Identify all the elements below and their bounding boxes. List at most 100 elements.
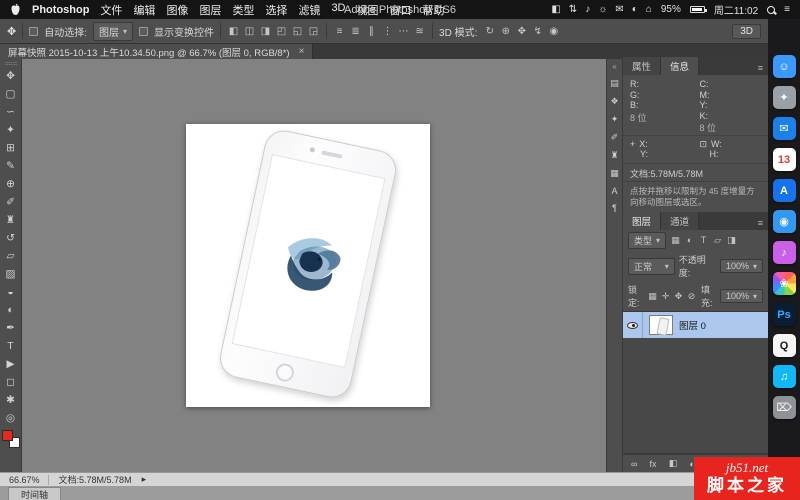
align-icon[interactable]: ◫	[243, 26, 256, 37]
layer-filter-icon[interactable]: ▱	[712, 235, 723, 246]
notification-center-icon[interactable]: ≡	[784, 4, 790, 15]
menu-item[interactable]: 窗口	[390, 2, 412, 18]
distribute-icon[interactable]: ≡	[333, 26, 346, 37]
dock-photoshop[interactable]: Ps	[773, 303, 796, 326]
blend-mode-dropdown[interactable]: 正常	[628, 258, 675, 275]
tab-info[interactable]: 信息	[661, 57, 699, 75]
link-layers-icon[interactable]: ∞	[631, 459, 637, 469]
menu-item[interactable]: 类型	[232, 2, 254, 18]
quick-selection-tool[interactable]: ✦	[1, 121, 21, 139]
apple-logo-icon[interactable]	[10, 3, 21, 16]
pen-tool[interactable]: ✒	[1, 319, 21, 337]
clone-stamp-tool[interactable]: ♜	[1, 211, 21, 229]
dock-safari[interactable]: ◉	[773, 210, 796, 233]
zoom-level-field[interactable]: 66.67%	[9, 475, 49, 485]
foreground-color-swatch[interactable]	[2, 430, 13, 441]
align-icon[interactable]: ◱	[291, 26, 304, 37]
mode-3d-icon[interactable]: ◉	[547, 26, 560, 37]
menu-item[interactable]: 3D	[331, 2, 345, 18]
menubar-status-icon[interactable]: ☼	[598, 4, 607, 15]
align-icon[interactable]: ◧	[227, 26, 240, 37]
menubar-clock[interactable]: 周二11:02	[714, 2, 758, 17]
lock-icon[interactable]: ✥	[673, 291, 684, 302]
layer-thumbnail[interactable]	[649, 315, 673, 335]
lasso-tool[interactable]: ∽	[1, 103, 21, 121]
dock-photos[interactable]: ❀	[773, 272, 796, 295]
menu-item[interactable]: 文件	[100, 2, 122, 18]
panel-menu-icon[interactable]: ≡	[753, 63, 768, 75]
eyedropper-tool[interactable]: ✎	[1, 157, 21, 175]
dock-appstore[interactable]: A	[773, 179, 796, 202]
document-tab[interactable]: 屏幕快照 2015-10-13 上午10.34.50.png @ 66.7% (…	[0, 44, 313, 59]
gradient-tool[interactable]: ▨	[1, 265, 21, 283]
opacity-dropdown[interactable]: 100%	[720, 259, 763, 273]
dock-trash[interactable]: ⌦	[773, 396, 796, 419]
menubar-status-icon[interactable]: ⇅	[569, 4, 577, 15]
dock-itunes[interactable]: ♪	[773, 241, 796, 264]
distribute-icon[interactable]: ∥	[365, 26, 378, 37]
character-panel-icon[interactable]: A	[611, 186, 617, 196]
distribute-icon[interactable]: ⋯	[397, 26, 410, 37]
layer-filter-icon[interactable]: ▦	[670, 235, 681, 246]
eraser-tool[interactable]: ▱	[1, 247, 21, 265]
lock-icon[interactable]: ▦	[647, 291, 658, 302]
move-tool[interactable]: ✥	[1, 67, 21, 85]
mode-3d-icon[interactable]: ⊕	[499, 26, 512, 37]
menu-item[interactable]: 滤镜	[298, 2, 320, 18]
menubar-status-icon[interactable]: ◧	[551, 4, 560, 15]
history-brush-tool[interactable]: ↺	[1, 229, 21, 247]
distribute-icon[interactable]: ≋	[413, 26, 426, 37]
dock-mail[interactable]: ✉	[773, 117, 796, 140]
document-canvas[interactable]	[186, 124, 430, 407]
align-icon[interactable]: ◨	[259, 26, 272, 37]
paragraph-panel-icon[interactable]: ¶	[612, 203, 617, 213]
dock-finder[interactable]: ☺	[773, 55, 796, 78]
dock-qq-music[interactable]: ♫	[773, 365, 796, 388]
lock-icon[interactable]: ✛	[660, 291, 671, 302]
clone-source-panel-icon[interactable]: ♜	[610, 150, 618, 161]
menu-item[interactable]: 编辑	[133, 2, 155, 18]
tab-layers[interactable]: 图层	[623, 212, 661, 230]
zoom-tool[interactable]: ◎	[1, 409, 21, 427]
distribute-icon[interactable]: ≣	[349, 26, 362, 37]
panel-menu-icon[interactable]: ≡	[753, 218, 768, 230]
layer-filter-icon[interactable]: ◨	[726, 235, 737, 246]
auto-select-checkbox[interactable]	[29, 27, 38, 36]
menu-item[interactable]: 选择	[265, 2, 287, 18]
active-app-name[interactable]: Photoshop	[32, 4, 89, 16]
status-menu-arrow[interactable]: ▸	[142, 474, 147, 485]
menu-item[interactable]: 图像	[166, 2, 188, 18]
menubar-status-icon[interactable]: ⌂	[646, 4, 652, 15]
marquee-tool[interactable]: ▢	[1, 85, 21, 103]
histogram-panel-icon[interactable]: ▦	[610, 168, 619, 179]
workspace-switcher[interactable]: 3D	[732, 24, 761, 39]
crop-tool[interactable]: ⊞	[1, 139, 21, 157]
layer-mask-icon[interactable]: ◧	[669, 458, 678, 469]
distribute-icon[interactable]: ⋮	[381, 26, 394, 37]
mode-3d-icon[interactable]: ↯	[531, 26, 544, 37]
brush-tool[interactable]: ✐	[1, 193, 21, 211]
layer-filter-icon[interactable]: ◐	[684, 235, 695, 246]
spotlight-icon[interactable]	[767, 6, 775, 14]
mode-3d-icon[interactable]: ✥	[515, 26, 528, 37]
tab-timeline[interactable]: 时间轴	[8, 487, 61, 500]
shape-tool[interactable]: ◻	[1, 373, 21, 391]
tab-channels[interactable]: 通道	[661, 212, 699, 230]
type-tool[interactable]: T	[1, 337, 21, 355]
menubar-status-icon[interactable]: ♪	[585, 4, 590, 15]
mode-3d-icon[interactable]: ↻	[483, 26, 496, 37]
menu-item[interactable]: 视图	[357, 2, 379, 18]
canvas-area[interactable]	[22, 59, 606, 472]
kind-filter-dropdown[interactable]: 类型	[628, 232, 666, 249]
layer-style-icon[interactable]: fx	[650, 459, 657, 469]
auto-select-dropdown[interactable]: 图层	[93, 22, 133, 41]
expand-panels-icon[interactable]: «	[612, 62, 616, 71]
layer-row[interactable]: 图层 0	[623, 312, 768, 338]
dock-qq[interactable]: Q	[773, 334, 796, 357]
show-transform-checkbox[interactable]	[139, 27, 148, 36]
menubar-status-icon[interactable]: ✉	[615, 4, 623, 15]
tab-properties[interactable]: 属性	[623, 57, 661, 75]
healing-brush-tool[interactable]: ⊕	[1, 175, 21, 193]
layer-filter-icon[interactable]: T	[698, 235, 709, 246]
path-selection-tool[interactable]: ▶	[1, 355, 21, 373]
